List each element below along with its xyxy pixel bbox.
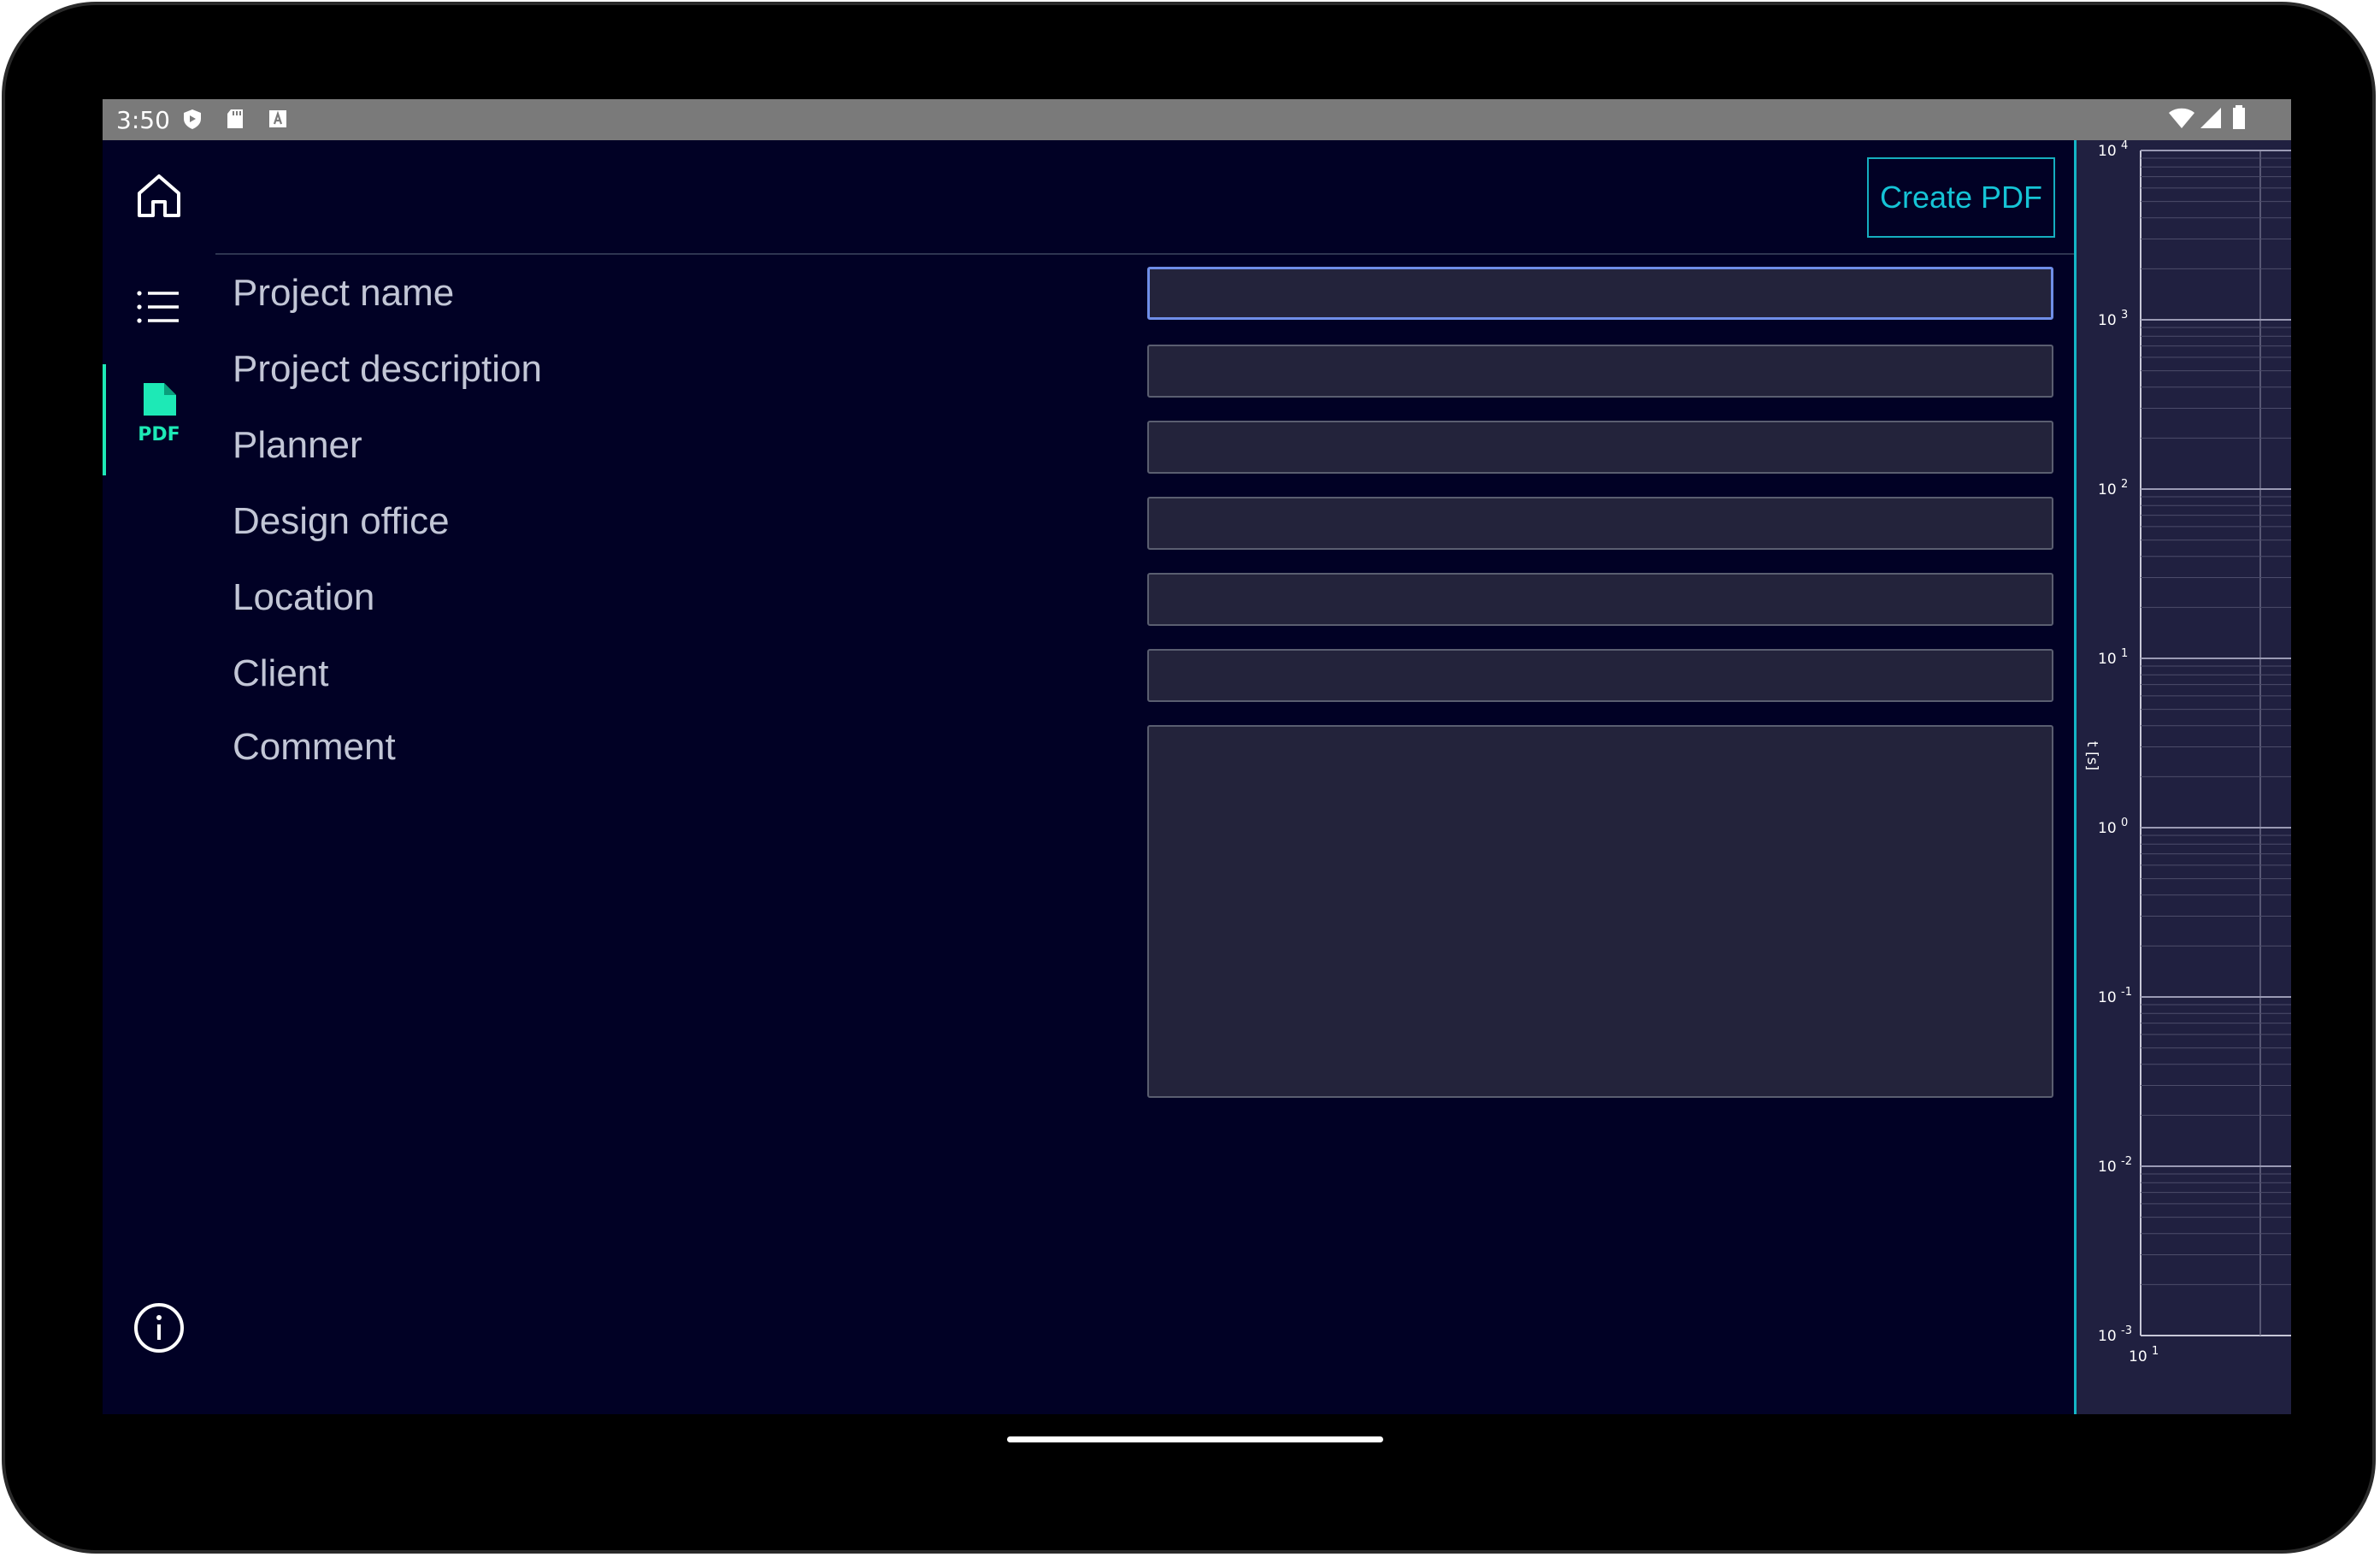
sd-card-icon: [227, 109, 243, 128]
nav-home-button[interactable]: [103, 140, 215, 251]
y-tick-label: 10 2: [2098, 478, 2128, 498]
gesture-home-bar[interactable]: [1007, 1436, 1383, 1442]
selected-indicator: [103, 364, 106, 475]
play-protect-icon: [184, 109, 201, 129]
design-office-label: Design office: [233, 500, 450, 542]
y-axis-label: t [s]: [2083, 741, 2100, 770]
wifi-icon: [2169, 108, 2194, 128]
app-screen: 3:50 PDF Create PDF Project name Project…: [103, 99, 2291, 1414]
status-bar: 3:50: [103, 99, 2291, 140]
project-name-input[interactable]: [1147, 267, 2053, 320]
pdf-file-icon: [144, 383, 176, 416]
client-input[interactable]: [1147, 649, 2053, 702]
y-tick-label: 10 -2: [2098, 1155, 2132, 1176]
battery-icon: [2233, 105, 2245, 129]
project-description-label: Project description: [233, 348, 542, 390]
y-tick-label: 10 0: [2098, 817, 2128, 837]
chart-grid: [2140, 150, 2291, 1336]
planner-input[interactable]: [1147, 421, 2053, 474]
x-tick-label: 10 1: [2129, 1345, 2159, 1365]
pdf-label: PDF: [138, 424, 180, 445]
chart-panel: t [s] 10 4 10 3 10 2 10 1 10 0 10 -1 10 -2 10 -…: [2074, 140, 2291, 1414]
y-tick-label: 10 4: [2098, 140, 2128, 160]
design-office-input[interactable]: [1147, 497, 2053, 550]
comment-label: Comment: [233, 726, 396, 768]
signal-icon: [2200, 108, 2221, 128]
y-tick-label: 10 -1: [2098, 986, 2132, 1006]
y-tick-label: 10 1: [2098, 647, 2128, 668]
status-time: 3:50: [116, 106, 170, 134]
x-tick-labels: 10 1: [2129, 1345, 2159, 1365]
y-tick-label: 10 -3: [2098, 1324, 2132, 1345]
info-icon: [134, 1303, 184, 1353]
comment-textarea[interactable]: [1147, 725, 2053, 1098]
y-tick-labels: 10 4 10 3 10 2 10 1 10 0 10 -1 10 -2 10 -3: [2098, 140, 2132, 1345]
list-icon: [137, 291, 179, 323]
home-icon: [138, 174, 180, 217]
nav-pdf-button[interactable]: PDF: [103, 364, 215, 475]
toolbar-divider: [215, 253, 2171, 255]
nav-list-button[interactable]: [103, 251, 215, 363]
tablet-frame: 3:50 PDF Create PDF Project name Project…: [2, 2, 2376, 1554]
location-label: Location: [233, 576, 375, 618]
keyboard-a-icon: [269, 110, 286, 127]
planner-label: Planner: [233, 424, 362, 466]
client-label: Client: [233, 652, 329, 694]
navigation-rail: PDF: [103, 140, 215, 1414]
project-description-input[interactable]: [1147, 345, 2053, 398]
log-chart: t [s] 10 4 10 3 10 2 10 1 10 0 10 -1 10 -2 10 -…: [2083, 140, 2291, 1365]
location-input[interactable]: [1147, 573, 2053, 626]
y-tick-label: 10 3: [2098, 309, 2128, 329]
create-pdf-button[interactable]: Create PDF: [1867, 157, 2055, 238]
project-name-label: Project name: [233, 272, 455, 314]
nav-info-button[interactable]: [103, 1272, 215, 1383]
